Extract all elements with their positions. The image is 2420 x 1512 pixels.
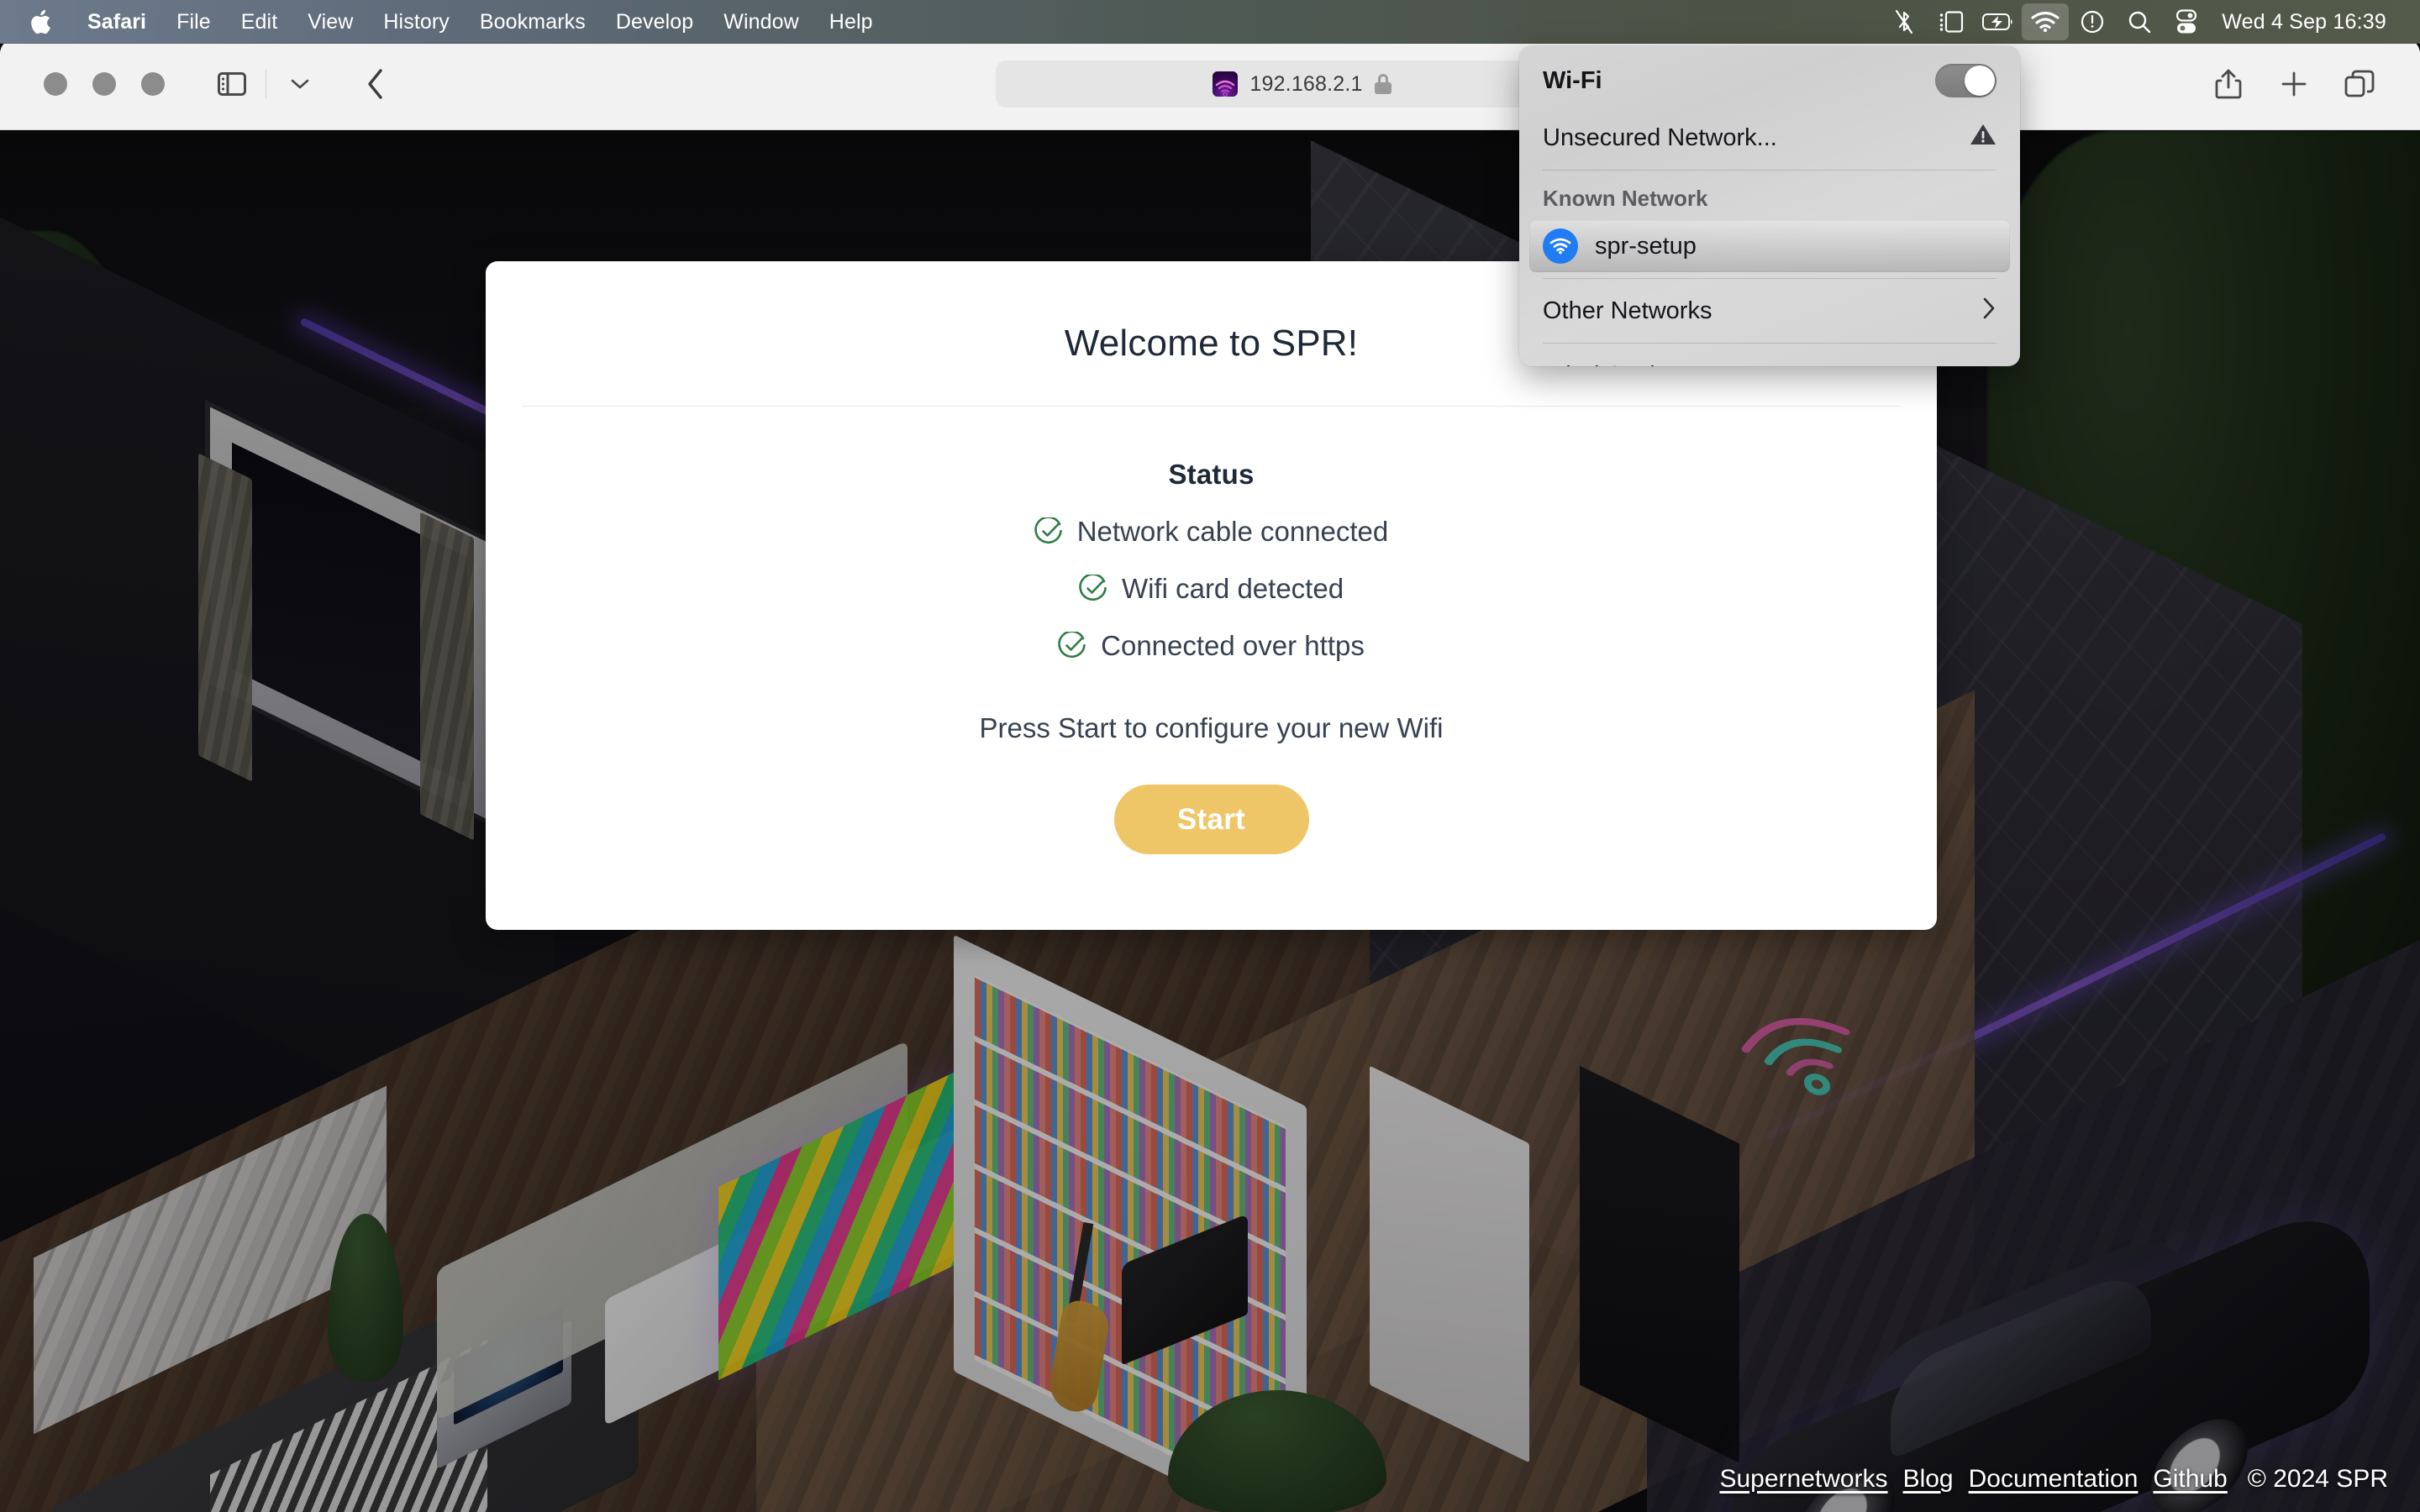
screen-mirroring-icon[interactable]: [1928, 3, 1975, 40]
menu-divider: [1543, 278, 1996, 279]
menu-item-help[interactable]: Help: [814, 0, 888, 44]
safari-toolbar: 192.168.2.1: [0, 39, 2420, 130]
status-item: Connected over https: [486, 630, 1937, 662]
apple-logo-icon[interactable]: [30, 0, 72, 44]
check-circle-icon: [1079, 573, 1107, 603]
menu-divider: [1543, 170, 1996, 171]
address-bar[interactable]: 192.168.2.1: [995, 60, 1609, 108]
share-icon[interactable]: [2205, 60, 2252, 108]
footer-link-documentation[interactable]: Documentation: [1969, 1465, 2139, 1494]
lock-icon: [1374, 74, 1392, 94]
check-circle-icon: [1058, 630, 1086, 660]
menu-item-safari[interactable]: Safari: [72, 0, 161, 44]
menu-item-edit[interactable]: Edit: [226, 0, 292, 44]
menu-bar-clock[interactable]: Wed 4 Sep 16:39: [2210, 10, 2396, 34]
wifi-menu-popover: Wi-Fi Unsecured Network... Known Network: [1519, 46, 2020, 366]
window-traffic-lights[interactable]: [44, 72, 165, 96]
menu-item-bookmarks[interactable]: Bookmarks: [465, 0, 601, 44]
wifi-settings-item[interactable]: Wi-Fi Settings...: [1529, 349, 2010, 367]
wifi-icon[interactable]: [2022, 3, 2070, 40]
status-item-label: Network cable connected: [1076, 516, 1389, 547]
close-window-button[interactable]: [44, 72, 67, 96]
back-arrow-icon[interactable]: [352, 60, 399, 108]
other-networks-item[interactable]: Other Networks: [1529, 285, 2010, 337]
tab-overview-icon[interactable]: [2336, 60, 2383, 108]
menu-item-develop[interactable]: Develop: [601, 0, 708, 44]
spotlight-search-icon[interactable]: [2116, 3, 2163, 40]
site-favicon-icon: [1213, 71, 1239, 97]
macos-menu-bar: Safari File Edit View History Bookmarks …: [0, 0, 2420, 44]
web-page-content: Welcome to SPR! Status Network cable con…: [0, 130, 2420, 1512]
wifi-power-toggle[interactable]: [1935, 64, 1996, 97]
wifi-signal-icon: [1543, 228, 1578, 264]
status-heading: Status: [1168, 459, 1255, 490]
menu-item-history[interactable]: History: [368, 0, 464, 44]
chevron-right-icon: [1981, 297, 1996, 325]
unsecured-network-label: Unsecured Network...: [1543, 123, 1777, 151]
unsecured-network-item[interactable]: Unsecured Network...: [1529, 112, 2010, 164]
page-footer: Supernetworks Blog Documentation Github …: [1719, 1465, 2388, 1494]
menu-divider: [1543, 343, 1996, 344]
instruction-text: Press Start to configure your new Wifi: [979, 712, 1444, 743]
wifi-settings-label: Wi-Fi Settings...: [1543, 362, 1715, 367]
wifi-menu-header: Wi-Fi: [1529, 50, 2010, 112]
wifi-network-item-spr-setup[interactable]: spr-setup: [1529, 220, 2010, 272]
known-network-section-label: Known Network: [1543, 185, 1708, 211]
status-item-label: Wifi card detected: [1121, 573, 1344, 604]
battery-charging-icon[interactable]: [1975, 3, 2022, 40]
wifi-menu-title: Wi-Fi: [1543, 66, 1602, 94]
check-circle-icon: [1034, 516, 1063, 546]
minimize-window-button[interactable]: [92, 72, 116, 96]
menu-item-view[interactable]: View: [292, 0, 368, 44]
sidebar-toggle-icon[interactable]: [208, 60, 255, 108]
bluetooth-off-icon[interactable]: [1881, 3, 1928, 40]
start-button[interactable]: Start: [1113, 785, 1309, 854]
copyright-text: © 2024 SPR: [2247, 1465, 2388, 1493]
status-item: Wifi card detected: [486, 573, 1937, 605]
menu-item-window[interactable]: Window: [708, 0, 814, 44]
other-networks-label: Other Networks: [1543, 297, 1712, 324]
new-tab-icon[interactable]: [2270, 60, 2317, 108]
control-center-icon[interactable]: [2163, 3, 2210, 40]
status-item-label: Connected over https: [1101, 630, 1365, 661]
menu-item-file[interactable]: File: [161, 0, 226, 44]
safari-window: 192.168.2.1 Welcome to SPR! Status Netwo…: [0, 39, 2420, 1512]
footer-link-supernetworks[interactable]: Supernetworks: [1719, 1465, 1887, 1494]
card-divider: [522, 406, 1901, 407]
screen: 192.168.2.1 Welcome to SPR! Status Netwo…: [0, 0, 2420, 1512]
chevron-down-icon[interactable]: [276, 60, 324, 108]
time-machine-icon[interactable]: [2069, 3, 2116, 40]
warning-triangle-icon: [1970, 123, 1996, 153]
footer-link-blog[interactable]: Blog: [1903, 1465, 1954, 1494]
footer-link-github[interactable]: Github: [2153, 1465, 2227, 1494]
url-text: 192.168.2.1: [1249, 71, 1363, 96]
status-item: Network cable connected: [486, 516, 1937, 548]
maximize-window-button[interactable]: [141, 72, 165, 96]
wifi-network-ssid: spr-setup: [1595, 232, 1697, 260]
